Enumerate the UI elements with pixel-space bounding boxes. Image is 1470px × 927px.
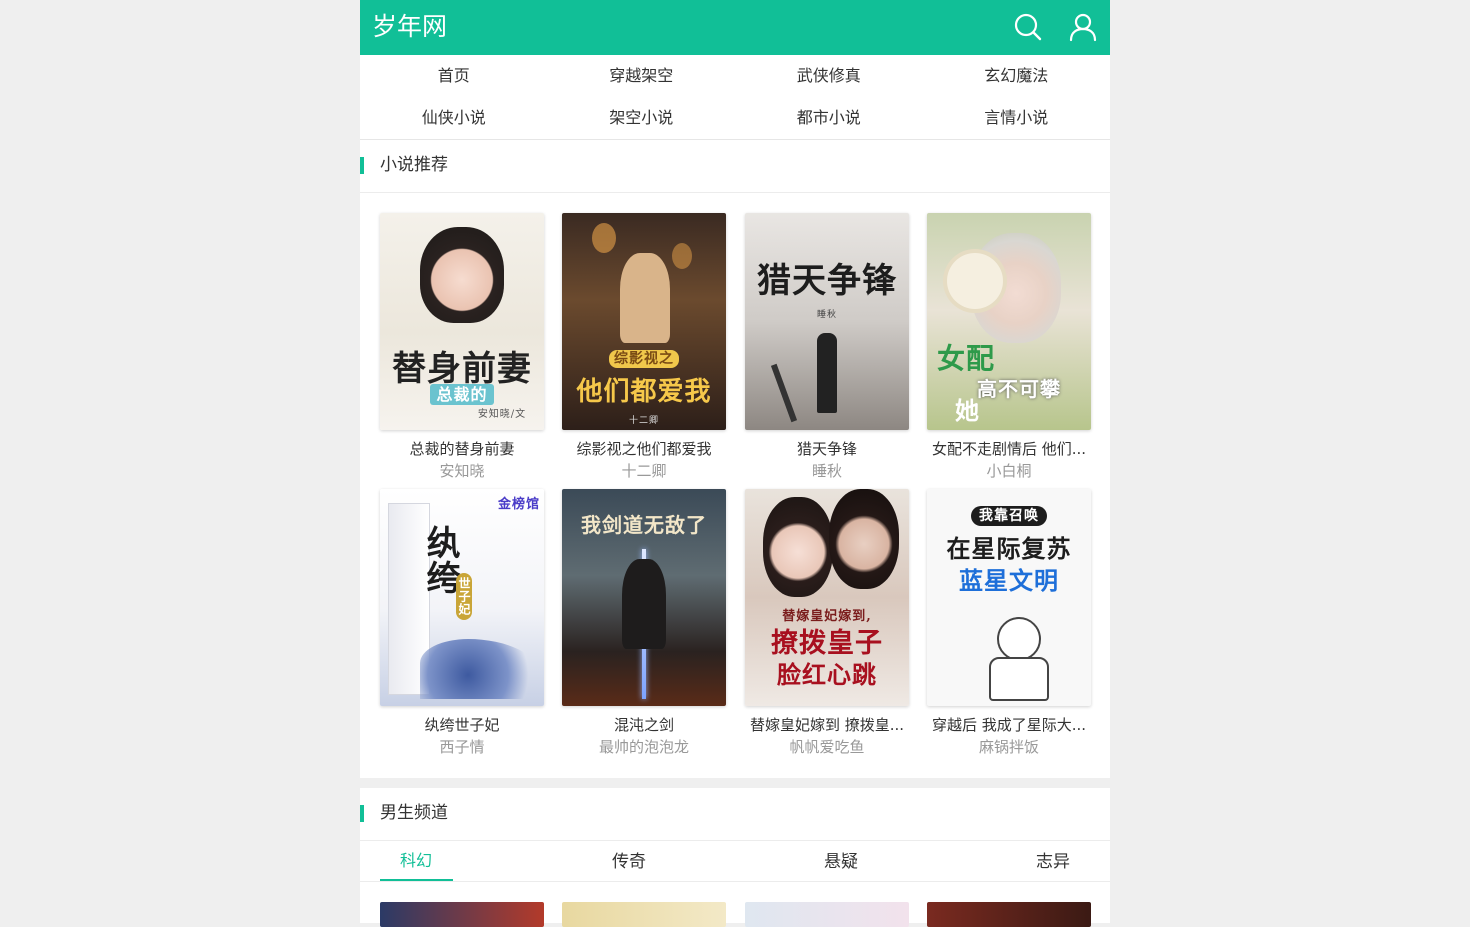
cover-subtitle-text: 总裁的 bbox=[430, 384, 494, 405]
book-author[interactable]: 最帅的泡泡龙 bbox=[562, 738, 726, 756]
cover-title-text: 我剑道无敌了 bbox=[581, 513, 707, 537]
book-cover[interactable]: 我剑道无敌了 bbox=[562, 489, 726, 706]
nav-item-xianxia[interactable]: 仙侠小说 bbox=[360, 108, 548, 128]
recommend-section: 小说推荐 替身前妻 总裁的 安知晓/文 总裁的替身前妻 安知晓 综影视之 他们都… bbox=[360, 140, 1110, 778]
cover-illustration bbox=[420, 227, 504, 323]
cover-illustration bbox=[817, 333, 837, 413]
top-bar: 岁年网 bbox=[360, 0, 1110, 55]
recommend-header: 小说推荐 bbox=[360, 140, 1110, 193]
book-title[interactable]: 综影视之他们都爱我 bbox=[562, 440, 726, 458]
cover-credit-text: 蓝星文明 bbox=[959, 566, 1059, 595]
book-title[interactable]: 穿越后 我成了星际大... bbox=[927, 716, 1091, 734]
page: 岁年网 首页 穿越架空 武侠修真 玄幻魔法 仙侠小说 架空小说 都市小说 言情小… bbox=[360, 0, 1110, 927]
book-card[interactable]: 综影视之 他们都爱我 十二卿 综影视之他们都爱我 十二卿 bbox=[562, 213, 726, 480]
cover-credit-text: 金榜馆 bbox=[497, 497, 540, 512]
book-title[interactable]: 混沌之剑 bbox=[562, 716, 726, 734]
book-title[interactable]: 猎天争锋 bbox=[745, 440, 909, 458]
recommend-title: 小说推荐 bbox=[380, 155, 448, 175]
sword-decoration bbox=[770, 363, 798, 423]
cover-illustration bbox=[420, 639, 540, 699]
cover-credit-text: 安知晓/文 bbox=[477, 409, 527, 420]
lantern-decoration bbox=[592, 223, 616, 253]
genre-book-row bbox=[360, 882, 1110, 927]
book-author[interactable]: 小白桐 bbox=[927, 462, 1091, 480]
nav-item-wuxia[interactable]: 武侠修真 bbox=[735, 66, 923, 86]
cover-credit-text: 十二卿 bbox=[628, 416, 659, 426]
user-icon[interactable] bbox=[1068, 12, 1098, 42]
book-title[interactable]: 女配不走剧情后 他们... bbox=[927, 440, 1091, 458]
cover-illustration bbox=[763, 497, 833, 597]
tab-scifi[interactable]: 科幻 bbox=[400, 850, 432, 872]
book-cover[interactable] bbox=[562, 902, 726, 927]
cover-title-text: 在星际复苏 bbox=[946, 534, 1072, 563]
book-cover[interactable]: 替身前妻 总裁的 安知晓/文 bbox=[380, 213, 544, 430]
book-cover[interactable]: 纨绔 世子妃 金榜馆 bbox=[380, 489, 544, 706]
category-nav: 首页 穿越架空 武侠修真 玄幻魔法 仙侠小说 架空小说 都市小说 言情小说 bbox=[360, 55, 1110, 140]
nav-item-fantasy[interactable]: 玄幻魔法 bbox=[923, 66, 1111, 86]
cover-subtitle-text: 世子妃 bbox=[456, 573, 472, 620]
cover-title-text: 他们都爱我 bbox=[576, 377, 712, 407]
book-cover[interactable] bbox=[380, 902, 544, 927]
tab-suspense[interactable]: 悬疑 bbox=[824, 851, 858, 873]
cover-subtitle-text: 综影视之 bbox=[609, 350, 679, 368]
nav-item-alt-history[interactable]: 架空小说 bbox=[548, 108, 736, 128]
book-card[interactable]: 我靠召唤 在星际复苏 蓝星文明 穿越后 我成了星际大... 麻锅拌饭 bbox=[927, 489, 1091, 756]
cover-credit-text: 脸红心跳 bbox=[777, 660, 877, 689]
book-card[interactable]: 替嫁皇妃嫁到, 撩拨皇子 脸红心跳 替嫁皇妃嫁到 撩拨皇... 帆帆爱吃鱼 bbox=[745, 489, 909, 756]
tab-strange[interactable]: 志异 bbox=[1036, 851, 1070, 873]
section-accent bbox=[360, 157, 364, 174]
book-title[interactable]: 替嫁皇妃嫁到 撩拨皇... bbox=[745, 716, 909, 734]
male-channel-title: 男生频道 bbox=[380, 803, 448, 823]
book-author[interactable]: 安知晓 bbox=[380, 462, 544, 480]
book-cover[interactable]: 我靠召唤 在星际复苏 蓝星文明 bbox=[927, 489, 1091, 706]
cover-illustration bbox=[829, 489, 899, 589]
book-card[interactable]: 纨绔 世子妃 金榜馆 纨绔世子妃 西子情 bbox=[380, 489, 544, 756]
book-cover[interactable] bbox=[745, 902, 909, 927]
nav-item-time-travel[interactable]: 穿越架空 bbox=[548, 66, 736, 86]
book-author[interactable]: 西子情 bbox=[380, 738, 544, 756]
book-author[interactable]: 十二卿 bbox=[562, 462, 726, 480]
flower-decoration bbox=[947, 253, 1003, 309]
genre-tabs: 科幻 传奇 悬疑 志异 bbox=[360, 841, 1110, 882]
book-cover[interactable]: 女配 高不可攀 她 bbox=[927, 213, 1091, 430]
cover-subtitle-text: 女配 bbox=[937, 342, 996, 375]
book-cover[interactable]: 综影视之 他们都爱我 十二卿 bbox=[562, 213, 726, 430]
book-grid: 替身前妻 总裁的 安知晓/文 总裁的替身前妻 安知晓 综影视之 他们都爱我 十二… bbox=[360, 193, 1110, 778]
male-channel-section: 男生频道 科幻 传奇 悬疑 志异 bbox=[360, 788, 1110, 927]
book-card[interactable]: 女配 高不可攀 她 女配不走剧情后 他们... 小白桐 bbox=[927, 213, 1091, 480]
book-cover[interactable]: 替嫁皇妃嫁到, 撩拨皇子 脸红心跳 bbox=[745, 489, 909, 706]
nav-item-urban[interactable]: 都市小说 bbox=[735, 108, 923, 128]
section-accent bbox=[360, 805, 364, 822]
book-card[interactable]: 替身前妻 总裁的 安知晓/文 总裁的替身前妻 安知晓 bbox=[380, 213, 544, 480]
cover-title-text: 猎天争锋 bbox=[757, 261, 897, 301]
cover-subtitle-text: 我靠召唤 bbox=[971, 506, 1047, 526]
book-author[interactable]: 帆帆爱吃鱼 bbox=[745, 738, 909, 756]
nav-item-home[interactable]: 首页 bbox=[360, 66, 548, 86]
tab-legend[interactable]: 传奇 bbox=[612, 851, 646, 873]
section-divider bbox=[360, 778, 1110, 788]
book-title[interactable]: 总裁的替身前妻 bbox=[380, 440, 544, 458]
active-tab-indicator bbox=[380, 879, 453, 881]
site-logo[interactable]: 岁年网 bbox=[372, 10, 447, 44]
cover-credit-text: 她 bbox=[955, 396, 980, 425]
book-author[interactable]: 睡秋 bbox=[745, 462, 909, 480]
book-author[interactable]: 麻锅拌饭 bbox=[927, 738, 1091, 756]
book-cover[interactable]: 猎天争锋 睡秋 bbox=[745, 213, 909, 430]
book-title[interactable]: 纨绔世子妃 bbox=[380, 716, 544, 734]
cover-illustration bbox=[989, 657, 1049, 701]
lantern-decoration bbox=[672, 243, 692, 269]
cover-title-text: 高不可攀 bbox=[977, 377, 1061, 401]
nav-item-romance[interactable]: 言情小说 bbox=[923, 108, 1111, 128]
cover-illustration bbox=[622, 559, 666, 649]
male-channel-header: 男生频道 bbox=[360, 788, 1110, 841]
book-card[interactable]: 猎天争锋 睡秋 猎天争锋 睡秋 bbox=[745, 213, 909, 480]
book-card[interactable]: 我剑道无敌了 混沌之剑 最帅的泡泡龙 bbox=[562, 489, 726, 756]
book-cover[interactable] bbox=[927, 902, 1091, 927]
cover-illustration bbox=[620, 253, 670, 343]
cover-credit-text: 睡秋 bbox=[816, 310, 837, 320]
search-icon[interactable] bbox=[1013, 12, 1043, 42]
cover-illustration bbox=[997, 617, 1041, 661]
